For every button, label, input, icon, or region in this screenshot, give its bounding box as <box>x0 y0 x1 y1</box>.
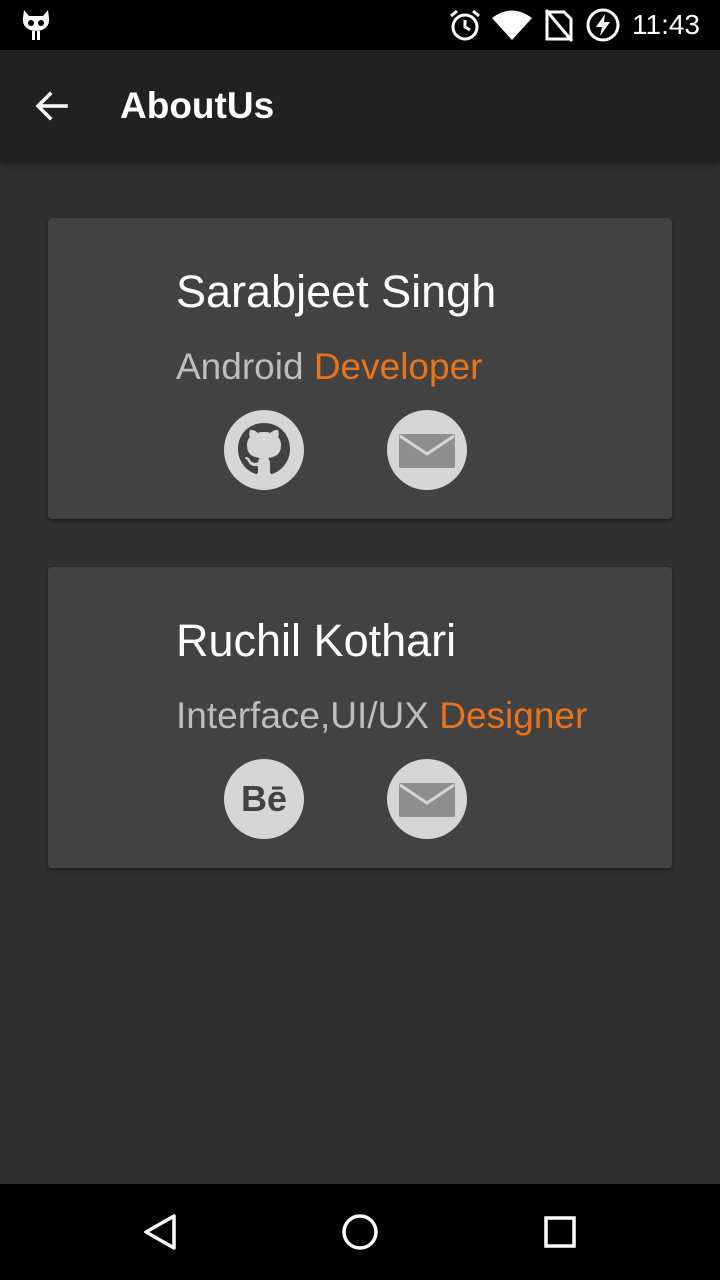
behance-icon[interactable]: Bē <box>223 758 305 840</box>
battery-charging-icon <box>586 8 620 42</box>
role-accent: Designer <box>439 695 588 736</box>
member-card: Ruchil Kothari Interface,UI/UX Designer … <box>48 567 672 868</box>
arrow-back-icon <box>35 91 68 121</box>
member-card: Sarabjeet Singh Android Developer <box>48 218 672 519</box>
page-title: AboutUs <box>120 85 275 126</box>
member-role: Android Developer <box>176 344 482 390</box>
wifi-icon <box>492 10 532 40</box>
cyanogen-icon <box>22 10 50 40</box>
svg-text:Bē: Bē <box>241 778 287 819</box>
status-bar: 11:43 <box>0 0 720 50</box>
no-sim-signal-icon <box>544 9 574 42</box>
role-prefix: Android <box>176 346 304 387</box>
email-icon[interactable] <box>386 758 468 840</box>
nav-back-icon <box>144 1214 176 1250</box>
member-name: Sarabjeet Singh <box>176 266 497 317</box>
role-accent: Developer <box>313 346 483 387</box>
member-role: Interface,UI/UX Designer <box>176 693 587 739</box>
nav-home-button[interactable] <box>330 1202 390 1262</box>
back-button[interactable] <box>24 78 80 134</box>
status-clock: 11:43 <box>632 9 700 40</box>
alarm-icon <box>450 9 480 41</box>
member-name: Ruchil Kothari <box>176 615 457 666</box>
nav-recents-icon <box>544 1216 576 1248</box>
nav-back-button[interactable] <box>130 1202 190 1262</box>
nav-home-icon <box>342 1214 378 1250</box>
email-icon[interactable] <box>386 409 468 491</box>
app-bar: AboutUs <box>0 50 720 162</box>
role-prefix: Interface,UI/UX <box>176 695 429 736</box>
about-us-screen: 11:43 AboutUs Sarabjeet Singh Android De… <box>0 0 720 1280</box>
navigation-bar <box>0 1184 720 1280</box>
nav-recents-button[interactable] <box>530 1202 590 1262</box>
github-icon[interactable] <box>223 409 305 491</box>
